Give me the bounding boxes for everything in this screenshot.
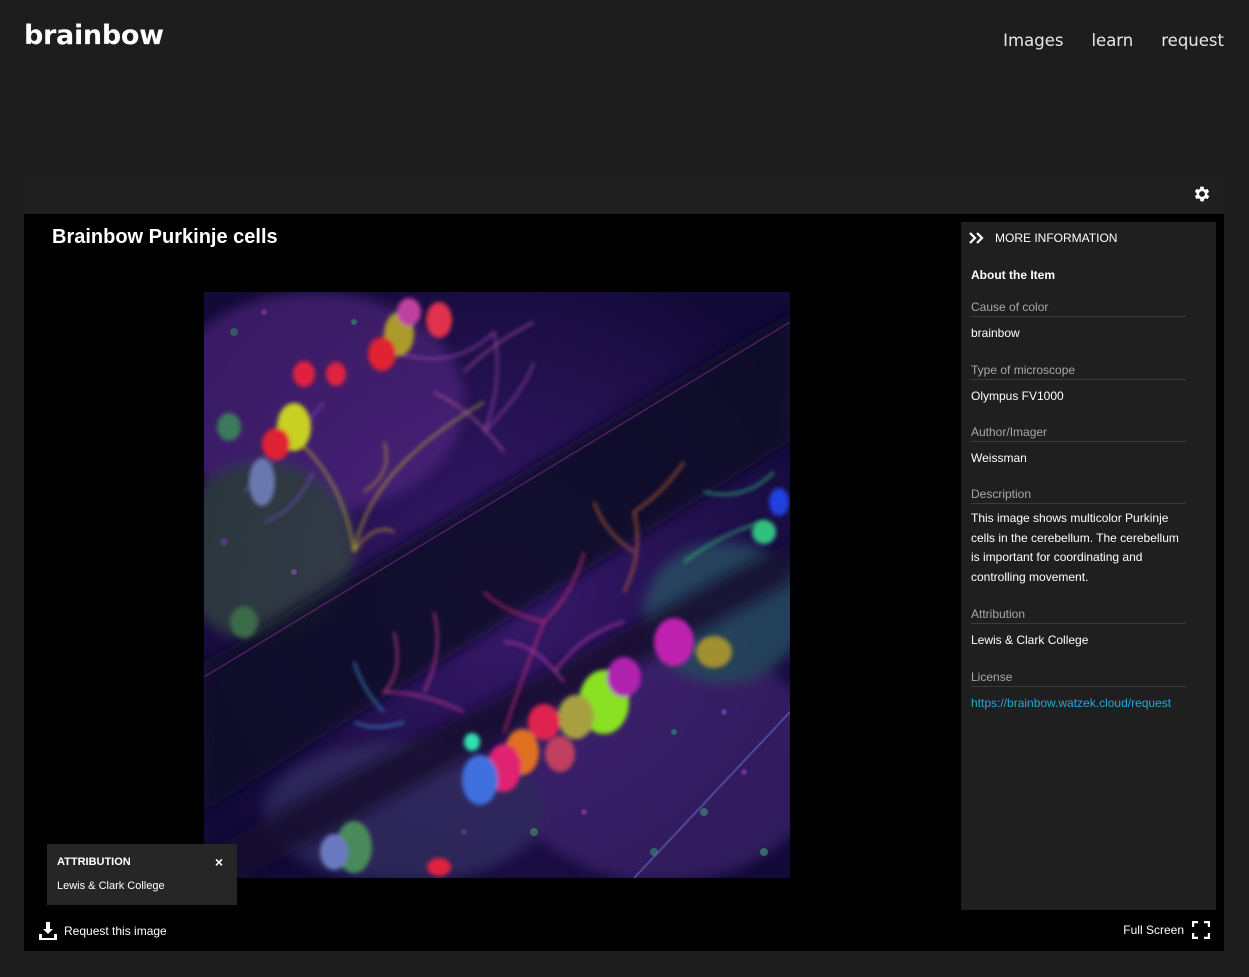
field-label: License [971,670,1186,687]
field-value: Olympus FV1000 [971,389,1064,403]
license-link[interactable]: https://brainbow.watzek.cloud/request [971,694,1186,714]
image-viewer: Brainbow Purkinje cells ATTRIBUTION × Le… [24,174,1224,951]
field-value: Lewis & Clark College [971,633,1089,647]
site-logo[interactable]: brainbow [24,20,164,51]
nav-request[interactable]: request [1161,31,1224,50]
more-information-title: MORE INFORMATION [995,231,1118,245]
field-license: License https://brainbow.watzek.cloud/re… [971,670,1186,714]
field-cause-of-color: Cause of color brainbow [971,300,1186,344]
field-label: Description [971,487,1186,504]
request-image-label: Request this image [64,924,167,938]
close-icon[interactable]: × [215,854,223,870]
field-label: Attribution [971,607,1186,624]
field-description: Description This image shows multicolor … [971,487,1186,587]
item-title: Brainbow Purkinje cells [52,226,278,248]
request-image-button[interactable]: Request this image [38,921,167,941]
double-chevron-right-icon [969,232,984,244]
gear-icon[interactable] [1192,184,1212,204]
attribution-overlay: ATTRIBUTION × Lewis & Clark College [47,844,237,905]
field-value: Weissman [971,451,1027,465]
attribution-title: ATTRIBUTION [57,856,131,868]
attribution-text: Lewis & Clark College [57,880,165,892]
field-author: Author/Imager Weissman [971,425,1186,469]
site-header: brainbow Images learn request [0,0,1249,90]
field-attribution: Attribution Lewis & Clark College [971,607,1186,651]
fullscreen-icon [1192,921,1210,939]
field-label: Type of microscope [971,363,1186,380]
main-nav: Images learn request [1003,31,1224,50]
fullscreen-label: Full Screen [1123,923,1184,937]
field-label: Cause of color [971,300,1186,317]
field-value: This image shows multicolor Purkinje cel… [971,511,1179,584]
download-icon [39,922,57,940]
nav-images[interactable]: Images [1003,31,1063,50]
field-label: Author/Imager [971,425,1186,442]
more-information-panel: MORE INFORMATION About the Item Cause of… [961,222,1216,910]
viewer-toolbar [24,174,1224,214]
nav-learn[interactable]: learn [1091,31,1133,50]
brainbow-image[interactable] [204,292,790,878]
field-microscope: Type of microscope Olympus FV1000 [971,363,1186,407]
more-information-toggle[interactable]: MORE INFORMATION [969,231,1117,245]
fullscreen-button[interactable]: Full Screen [1123,921,1210,939]
field-value: brainbow [971,326,1020,340]
about-item-heading: About the Item [971,268,1055,282]
